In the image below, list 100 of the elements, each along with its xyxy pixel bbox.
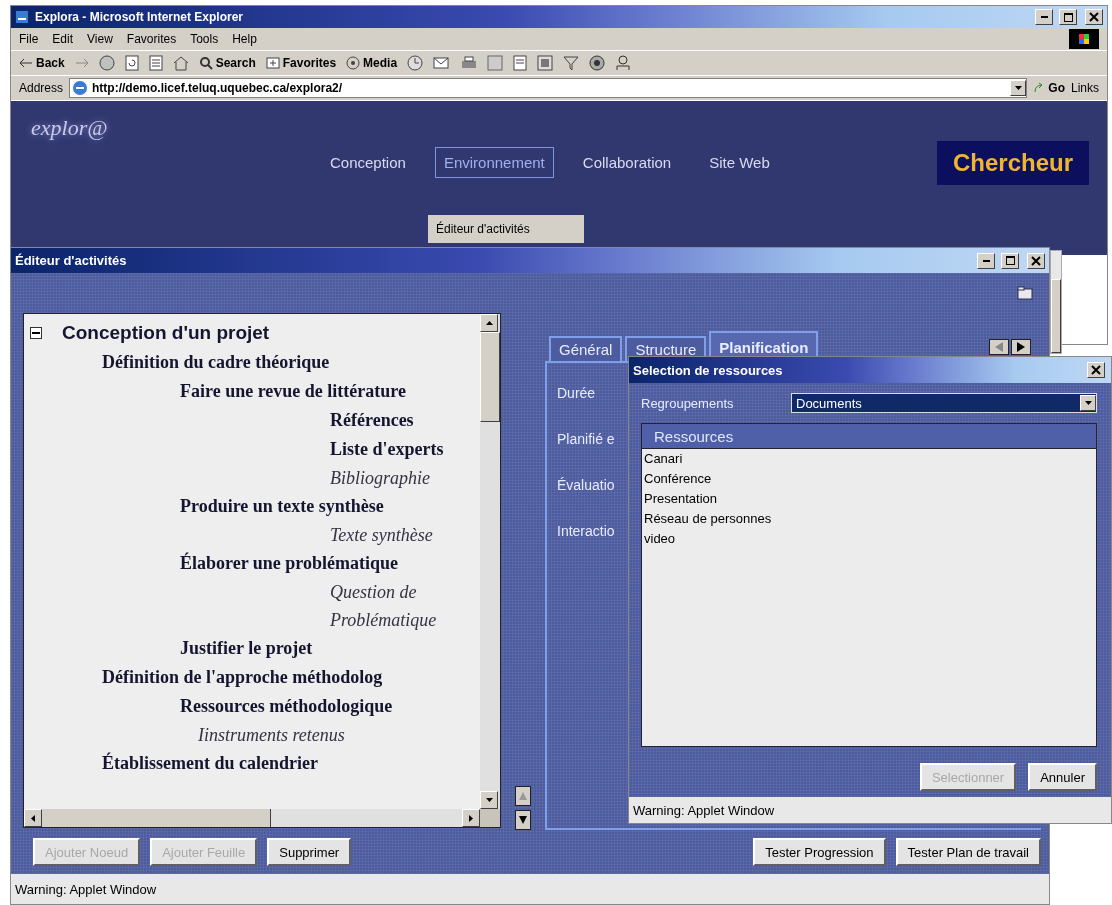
list-header: Ressources — [642, 424, 1096, 449]
dialog-button[interactable]: Annuler — [1028, 763, 1097, 791]
action-button[interactable]: Tester Progression — [753, 838, 886, 866]
window-title: Éditeur d'activités — [15, 253, 128, 268]
up-triangle-icon — [485, 321, 493, 325]
tree-item[interactable]: Produire un texte synthèse — [180, 492, 384, 521]
menu-item[interactable]: Help — [232, 32, 257, 46]
tree-item[interactable]: Conception d'un projet — [62, 318, 270, 348]
menu-item[interactable]: File — [19, 32, 39, 46]
field-label: Interactio — [557, 523, 615, 539]
funnel-icon[interactable] — [563, 55, 580, 71]
list-item[interactable]: Presentation — [642, 489, 717, 509]
history-icon[interactable] — [407, 55, 424, 71]
window-title: Explora - Microsoft Internet Explorer — [35, 10, 245, 24]
tree-item[interactable]: Références — [330, 406, 414, 435]
minimize-button[interactable] — [1035, 9, 1053, 25]
up-triangle-icon — [519, 792, 527, 800]
tree-item[interactable]: Question de Problématique — [330, 578, 480, 634]
page-scrollbar[interactable] — [1050, 250, 1062, 354]
refresh-icon[interactable] — [124, 55, 139, 71]
disc-icon — [346, 56, 361, 70]
group-select[interactable]: Documents — [791, 393, 1097, 413]
tab-left-button[interactable] — [989, 339, 1009, 355]
field-label: Évaluatio — [557, 477, 615, 493]
collapse-toggle[interactable] — [30, 327, 42, 339]
site-logo[interactable]: explor@ — [31, 115, 321, 141]
tree-item[interactable]: Élaborer une problématique — [180, 549, 399, 578]
favorites-button[interactable]: Favorites — [265, 56, 337, 70]
tree-item[interactable]: Établissement du calendrier — [102, 749, 318, 778]
horizontal-scrollbar[interactable] — [24, 809, 480, 827]
folder-icon[interactable] — [1017, 286, 1033, 300]
action-button[interactable]: Tester Plan de travail — [895, 838, 1041, 866]
nav-link[interactable]: Collaboration — [573, 147, 681, 178]
maximize-button[interactable] — [1001, 252, 1019, 269]
down-triangle-icon — [519, 816, 527, 824]
mail-icon[interactable] — [433, 56, 452, 70]
search-button[interactable]: Search — [198, 56, 256, 70]
list-item[interactable]: Conférence — [642, 469, 712, 489]
move-up-button[interactable] — [515, 786, 531, 806]
minimize-icon — [982, 259, 990, 262]
action-button[interactable]: Supprimer — [267, 838, 352, 866]
document-icon[interactable] — [513, 55, 528, 71]
vertical-scrollbar[interactable] — [480, 314, 500, 809]
links-button[interactable]: Links — [1071, 81, 1099, 95]
minus-icon — [32, 329, 40, 337]
list-item[interactable]: Canari — [642, 449, 683, 469]
move-down-button[interactable] — [515, 810, 531, 830]
left-triangle-icon — [995, 342, 1003, 352]
close-button[interactable] — [1087, 362, 1105, 378]
address-field[interactable]: http://demo.licef.teluq.uquebec.ca/explora2/ — [69, 78, 1028, 98]
status-text: Warning: Applet Window — [633, 802, 775, 818]
nav-link[interactable]: Site Web — [700, 147, 779, 178]
list-item[interactable]: video — [642, 529, 676, 549]
person-icon[interactable] — [615, 55, 632, 71]
menu-item[interactable]: Tools — [190, 32, 219, 46]
tab-right-button[interactable] — [1011, 339, 1031, 355]
media-button[interactable]: Media — [346, 56, 398, 70]
field-label: Planifié e — [557, 431, 615, 447]
stop-icon[interactable] — [98, 55, 115, 71]
list-item[interactable]: Réseau de personnes — [642, 509, 772, 529]
home-icon[interactable] — [172, 55, 189, 71]
close-button[interactable] — [1085, 9, 1103, 25]
print-icon[interactable] — [461, 56, 478, 70]
tree-item[interactable]: Faire une revue de littérature — [180, 377, 406, 406]
tree-item[interactable]: Iinstruments retenus — [198, 721, 345, 749]
caret-icon — [485, 798, 493, 802]
dialog-title: Selection de ressources — [633, 362, 784, 378]
tree-item[interactable]: Bibliographie — [330, 464, 430, 492]
minimize-button[interactable] — [977, 252, 995, 269]
menu-item[interactable]: Edit — [52, 32, 74, 46]
dropdown-menu-item[interactable]: Éditeur d'activités — [428, 215, 584, 243]
close-button[interactable] — [1027, 252, 1045, 269]
menu-item[interactable]: View — [87, 32, 113, 46]
status-text: Warning: Applet Window — [15, 881, 157, 897]
right-triangle-icon — [469, 814, 473, 822]
close-icon — [1089, 12, 1099, 22]
close-icon — [1091, 365, 1101, 375]
back-button[interactable]: Back — [19, 56, 65, 70]
maximize-button[interactable] — [1059, 9, 1077, 25]
go-button[interactable]: Go — [1033, 81, 1065, 95]
tree-item[interactable]: Justifier le projet — [180, 634, 313, 663]
activity-tree[interactable] — [23, 313, 501, 828]
tree-item[interactable]: Liste d'experts — [330, 435, 444, 464]
tab[interactable]: Général — [549, 336, 623, 361]
caret-icon — [1014, 86, 1022, 90]
right-triangle-icon — [1017, 342, 1025, 352]
nav-link[interactable]: Conception — [321, 147, 415, 178]
tree-item[interactable]: Texte synthèse — [330, 521, 433, 549]
field-label: Regroupements — [641, 395, 735, 411]
back-arrow-icon — [19, 58, 33, 68]
tree-item[interactable]: Définition de l'approche méthodolog — [102, 663, 383, 692]
scroll-thumb[interactable] — [42, 809, 271, 827]
resource-list[interactable]: Ressources Canari Conférence Presentation Réseau de personnes video — [641, 423, 1097, 747]
menu-item[interactable]: Favorites — [126, 32, 177, 46]
close-icon — [1031, 255, 1041, 266]
nav-link[interactable]: Environnement — [434, 147, 554, 178]
dropdown-button[interactable] — [1010, 80, 1027, 96]
windows-logo-icon — [1069, 29, 1099, 49]
tree-item[interactable]: Ressources méthodologique — [180, 692, 393, 721]
tree-item[interactable]: Définition du cadre théorique — [102, 348, 330, 377]
